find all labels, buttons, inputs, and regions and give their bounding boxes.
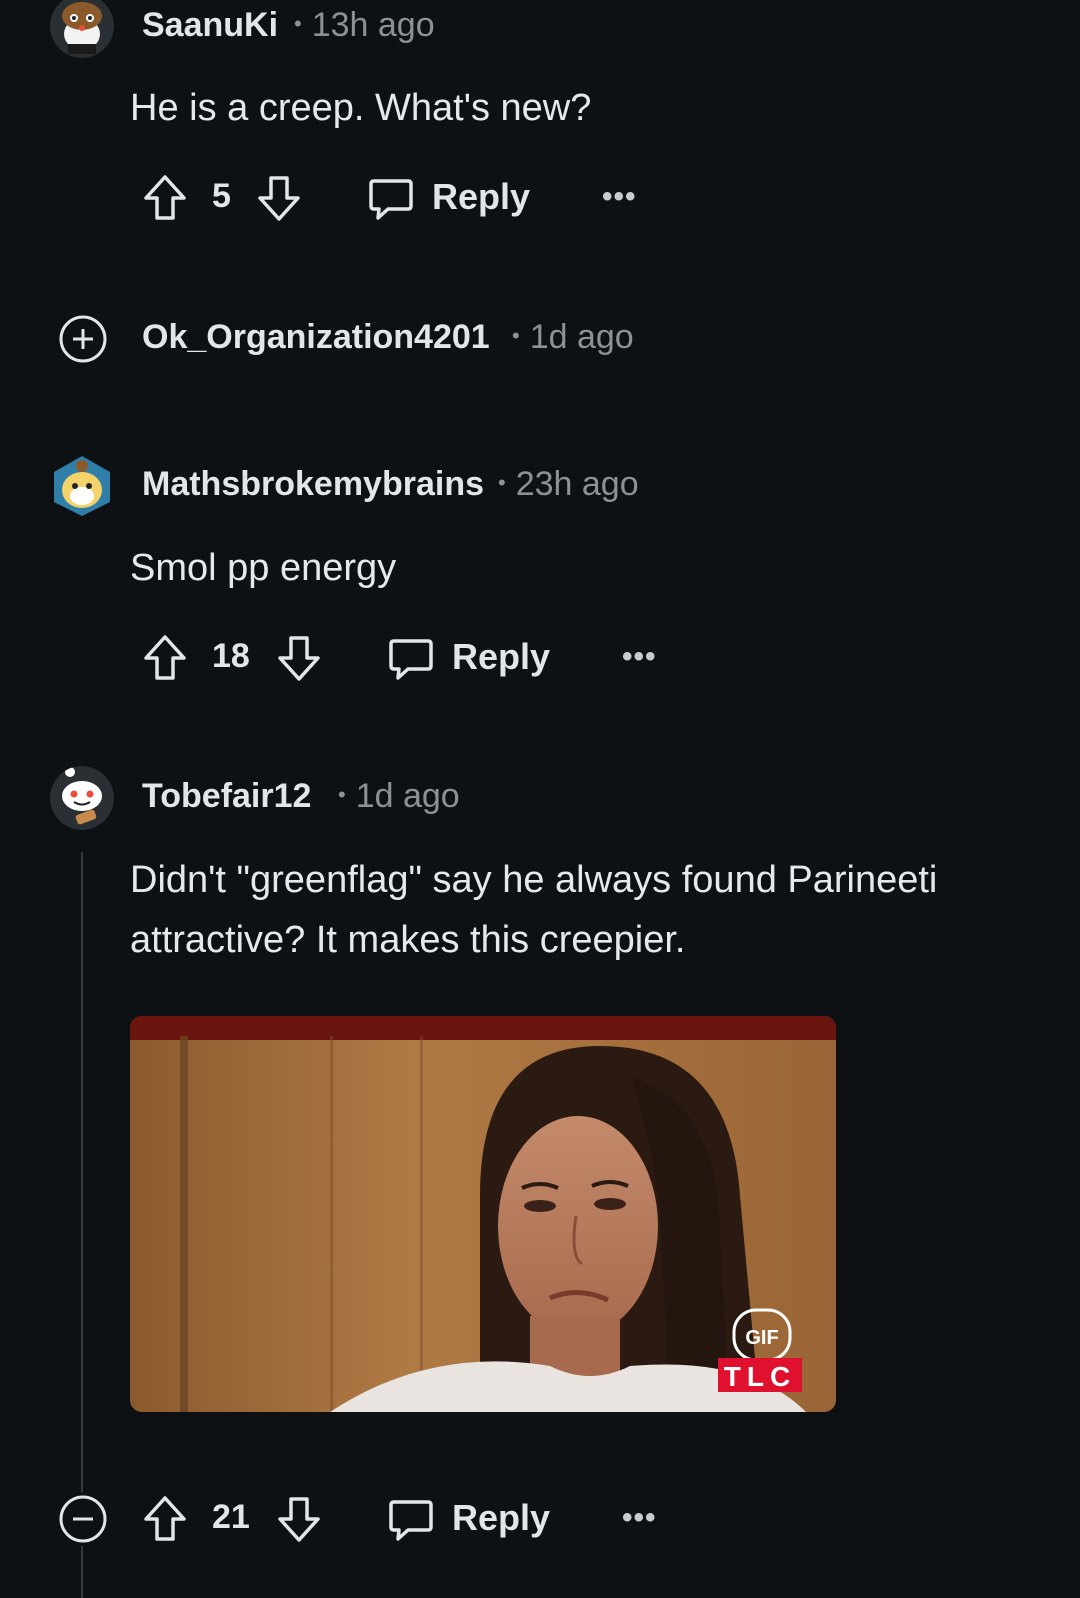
time-label: 1d ago: [529, 318, 634, 356]
downvote-icon[interactable]: [256, 174, 302, 227]
reply-button[interactable]: Reply: [452, 1497, 550, 1539]
avatar[interactable]: [50, 0, 114, 58]
tlc-label: TLC: [724, 1361, 796, 1392]
comment-username[interactable]: Mathsbrokemybrains: [142, 465, 484, 504]
reply-icon[interactable]: [388, 636, 434, 687]
comment-timestamp: • 1d ago: [338, 777, 460, 816]
time-label: 1d ago: [355, 777, 460, 815]
vote-count: 5: [212, 177, 231, 215]
reply-icon[interactable]: [368, 176, 414, 227]
upvote-icon[interactable]: [142, 1495, 188, 1548]
comment-body: He is a creep. What's new?: [130, 87, 592, 129]
comment-timestamp: • 23h ago: [498, 465, 639, 504]
time-label: 13h ago: [311, 6, 435, 44]
downvote-icon[interactable]: [276, 1495, 322, 1548]
comment-username[interactable]: Tobefair12: [142, 777, 311, 816]
tlc-watermark: TLC: [718, 1358, 802, 1392]
reply-button[interactable]: Reply: [452, 636, 550, 678]
comment-username[interactable]: Ok_Organization4201: [142, 318, 490, 357]
downvote-icon[interactable]: [276, 634, 322, 687]
collapse-icon[interactable]: [58, 1494, 108, 1549]
meta-separator: •: [294, 11, 302, 36]
comment-username[interactable]: SaanuKi: [142, 6, 278, 45]
comment-body: Smol pp energy: [130, 547, 397, 589]
comment-actions: 18 Reply •••: [140, 628, 680, 688]
gif-image[interactable]: GIF TLC: [130, 1016, 836, 1412]
thread-line[interactable]: [81, 852, 83, 1492]
comment-body-line: Didn't "greenflag" say he always found P…: [130, 859, 938, 901]
vote-count: 21: [212, 1498, 250, 1536]
reply-button[interactable]: Reply: [432, 176, 530, 218]
avatar[interactable]: [50, 766, 114, 830]
expand-icon[interactable]: [58, 314, 108, 369]
comment-actions: 21 Reply •••: [140, 1489, 680, 1549]
avatar[interactable]: [50, 454, 114, 518]
more-options-button[interactable]: •••: [622, 1501, 657, 1535]
meta-separator: •: [498, 470, 506, 495]
vote-count: 18: [212, 637, 250, 675]
more-options-button[interactable]: •••: [622, 640, 657, 674]
comment-actions: 5 Reply •••: [140, 168, 660, 228]
thread-line[interactable]: [81, 1546, 83, 1598]
more-options-button[interactable]: •••: [602, 180, 637, 214]
comment-timestamp: • 1d ago: [512, 318, 634, 357]
upvote-icon[interactable]: [142, 174, 188, 227]
comment-timestamp: • 13h ago: [294, 6, 435, 45]
meta-separator: •: [512, 323, 520, 348]
meta-separator: •: [338, 782, 346, 807]
gif-badge-label: GIF: [745, 1327, 778, 1349]
upvote-icon[interactable]: [142, 634, 188, 687]
comment-body-line: attractive? It makes this creepier.: [130, 919, 686, 961]
reply-icon[interactable]: [388, 1497, 434, 1548]
time-label: 23h ago: [515, 465, 639, 503]
